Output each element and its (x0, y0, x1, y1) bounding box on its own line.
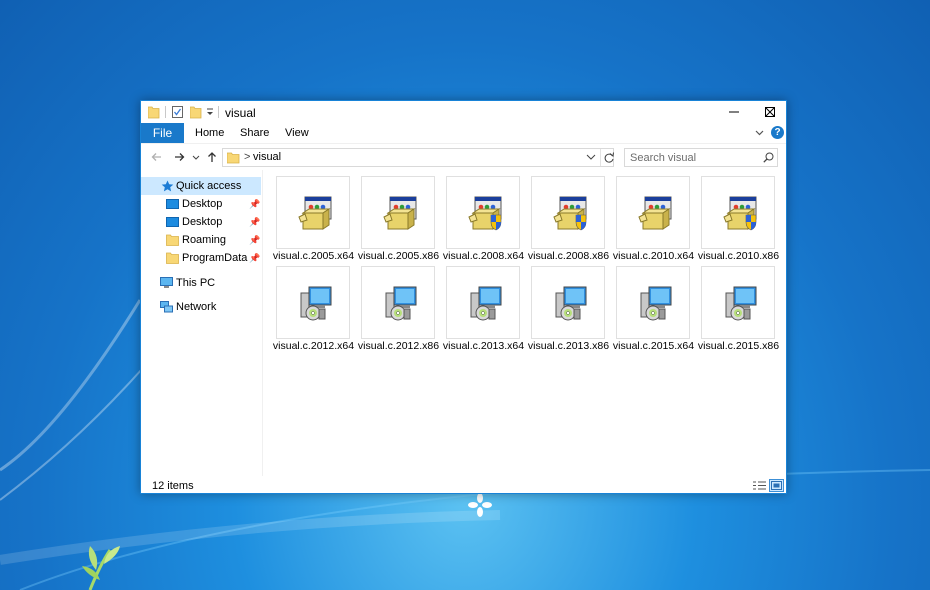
up-arrow-icon[interactable] (204, 149, 220, 165)
wallpaper-plant (82, 546, 120, 590)
navigation-bar: > visual Search visual (141, 143, 786, 170)
window-title: visual (225, 106, 256, 120)
large-icons-view-button[interactable] (769, 479, 784, 492)
sidebar-item-label: Quick access (176, 180, 242, 192)
close-icon (765, 107, 775, 117)
file-thumbnail (446, 266, 520, 339)
pin-icon: 📌 (249, 217, 261, 227)
search-icon[interactable] (763, 152, 774, 163)
file-item[interactable]: visual.c.2005.x64 (264, 170, 354, 262)
sidebar-item-label: Desktop (182, 198, 223, 210)
search-placeholder: Search visual (630, 152, 697, 164)
close-button[interactable] (752, 101, 788, 123)
breadcrumb-visual[interactable]: visual (253, 151, 281, 163)
sidebar-item-network[interactable]: Network (141, 298, 261, 316)
minimize-button[interactable] (716, 101, 752, 123)
sidebar-item-programdata[interactable]: ProgramData 📌 (141, 249, 261, 267)
file-name: visual.c.2013.x64 (442, 340, 525, 352)
file-name: visual.c.2015.x64 (612, 340, 695, 352)
search-input[interactable]: Search visual (624, 148, 778, 167)
back-arrow-icon[interactable] (149, 149, 165, 165)
sidebar-item-label: ProgramData (182, 252, 248, 264)
file-item[interactable]: visual.c.2010.x86 (689, 170, 779, 262)
sidebar-item-label: Roaming (182, 234, 227, 246)
wallpaper-flower (468, 493, 492, 517)
title-separator (218, 106, 219, 118)
folder-icon (166, 252, 179, 264)
file-explorer-window: visual File Home Share View ? > visual S… (140, 100, 787, 494)
file-item[interactable]: visual.c.2015.x86 (689, 260, 779, 352)
help-icon[interactable]: ? (771, 126, 784, 139)
network-icon (160, 301, 173, 313)
address-dropdown-icon[interactable] (586, 152, 596, 162)
address-bar[interactable]: > visual (222, 148, 614, 167)
file-item[interactable]: visual.c.2013.x64 (434, 260, 524, 352)
refresh-button[interactable] (600, 149, 614, 166)
file-thumbnail (531, 176, 605, 249)
customize-quick-access-icon[interactable] (206, 105, 214, 119)
minimize-icon (729, 111, 739, 113)
sidebar-item-roaming[interactable]: Roaming 📌 (141, 231, 261, 249)
forward-arrow-icon[interactable] (171, 149, 187, 165)
computer-icon (160, 277, 173, 288)
file-item[interactable]: visual.c.2005.x86 (349, 170, 439, 262)
desktop-icon (166, 217, 179, 227)
quick-access-separator (165, 106, 166, 118)
file-thumbnail (616, 176, 690, 249)
tab-share[interactable]: Share (240, 123, 269, 143)
title-bar[interactable]: visual (141, 101, 786, 123)
file-thumbnail (701, 266, 775, 339)
details-view-icon (753, 481, 766, 490)
file-item[interactable]: visual.c.2008.x86 (519, 170, 609, 262)
folder-icon (148, 106, 160, 119)
file-name: visual.c.2012.x64 (272, 340, 355, 352)
star-icon (161, 180, 174, 192)
file-item[interactable]: visual.c.2015.x64 (604, 260, 694, 352)
file-thumbnail (446, 176, 520, 249)
file-thumbnail (361, 266, 435, 339)
tab-view[interactable]: View (285, 123, 309, 143)
sidebar-item-this-pc[interactable]: This PC (141, 274, 261, 292)
file-thumbnail (276, 266, 350, 339)
file-item[interactable]: visual.c.2012.x86 (349, 260, 439, 352)
navigation-pane: Quick access Desktop 📌 Desktop 📌 Roaming… (141, 170, 263, 476)
file-thumbnail (276, 176, 350, 249)
pin-icon: 📌 (249, 199, 261, 209)
file-thumbnail (616, 266, 690, 339)
pin-icon: 📌 (249, 253, 261, 263)
file-name: visual.c.2013.x86 (527, 340, 610, 352)
file-item[interactable]: visual.c.2012.x64 (264, 260, 354, 352)
ribbon: File Home Share View ? (141, 123, 786, 143)
file-name: visual.c.2012.x86 (357, 340, 440, 352)
breadcrumb-chevron[interactable]: > (244, 151, 250, 163)
properties-icon[interactable] (172, 105, 184, 119)
details-view-button[interactable] (752, 479, 767, 492)
pin-icon: 📌 (249, 235, 261, 245)
refresh-icon (604, 152, 614, 163)
expand-ribbon-icon[interactable] (755, 128, 764, 137)
file-item[interactable]: visual.c.2010.x64 (604, 170, 694, 262)
sidebar-item-label: Desktop (182, 216, 223, 228)
status-bar: 12 items (141, 476, 786, 494)
file-thumbnail (361, 176, 435, 249)
desktop-icon (166, 199, 179, 209)
sidebar-item-quick-access[interactable]: Quick access (141, 177, 261, 195)
file-list: visual.c.2005.x64 visual.c.2005.x86 visual… (264, 170, 786, 476)
file-item[interactable]: visual.c.2008.x64 (434, 170, 524, 262)
large-icons-view-icon (771, 481, 782, 490)
item-count: 12 items (152, 480, 194, 492)
sidebar-item-desktop[interactable]: Desktop 📌 (141, 195, 261, 213)
folder-icon (166, 234, 179, 246)
file-name: visual.c.2015.x86 (697, 340, 780, 352)
tab-file[interactable]: File (141, 123, 184, 143)
sidebar-item-desktop-2[interactable]: Desktop 📌 (141, 213, 261, 231)
file-item[interactable]: visual.c.2013.x86 (519, 260, 609, 352)
sidebar-item-label: This PC (176, 277, 216, 289)
file-thumbnail (531, 266, 605, 339)
sidebar-item-label: Network (176, 301, 217, 313)
folder-icon (227, 152, 240, 164)
new-folder-icon[interactable] (190, 105, 202, 119)
tab-home[interactable]: Home (195, 123, 224, 143)
file-thumbnail (701, 176, 775, 249)
